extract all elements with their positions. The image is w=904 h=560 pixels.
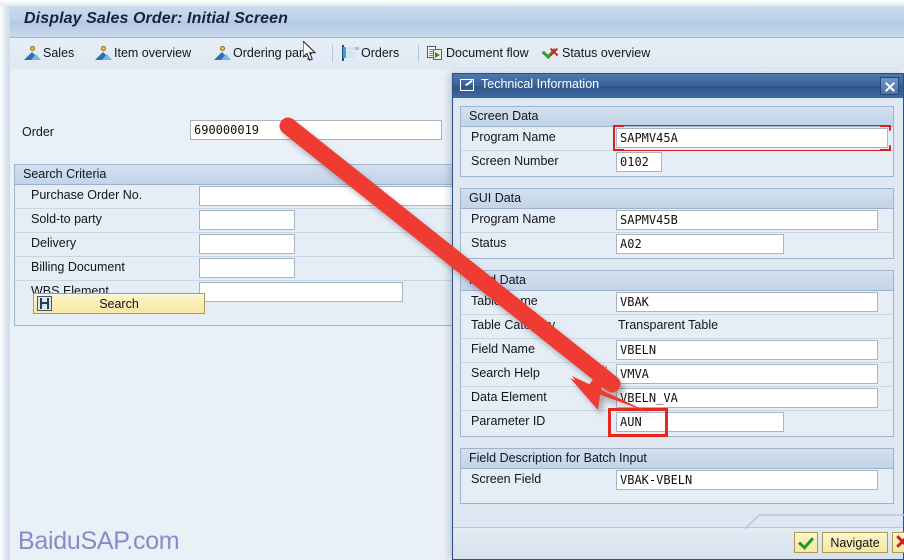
dialog-titlebar: Technical Information	[453, 74, 903, 99]
value-screen-field[interactable]: VBAK-VBELN	[616, 470, 878, 490]
application-toolbar: Sales Item overview Ordering party Order…	[10, 38, 904, 70]
group-title-field-data: Field Data	[469, 273, 526, 287]
value-status[interactable]: A02	[616, 234, 784, 254]
order-input[interactable]: 690000019	[190, 120, 442, 140]
toolbar-label-status-overview: Status overview	[562, 46, 651, 60]
group-title-gui-data: GUI Data	[469, 191, 522, 205]
row-screen-field: Screen Field VBAK-VBELN	[461, 468, 893, 492]
value-data-element[interactable]: VBELN_VA	[616, 388, 878, 408]
group-screen-data: Screen Data Program Name SAPMV45A Screen…	[460, 106, 894, 177]
row-field-name: Field Name VBELN	[461, 338, 893, 363]
dialog-body: Screen Data Program Name SAPMV45A Screen…	[453, 98, 904, 559]
label-screen-number: Screen Number	[471, 154, 559, 168]
mouse-cursor-icon	[303, 41, 317, 61]
value-search-help[interactable]: VMVA	[616, 364, 878, 384]
toolbar-separator	[332, 45, 333, 62]
label-billing-document: Billing Document	[31, 260, 125, 274]
group-title-batch-input: Field Description for Batch Input	[469, 451, 647, 465]
toolbar-label-item-overview: Item overview	[114, 46, 192, 60]
dialog-title: Technical Information	[481, 77, 600, 91]
row-screen-data-screen-number: Screen Number 0102	[461, 150, 893, 174]
label-field-name: Field Name	[471, 342, 535, 356]
label-table-category: Table Category	[471, 318, 556, 332]
row-table-name: Table Name VBAK	[461, 290, 893, 315]
label-purchase-order-no: Purchase Order No.	[31, 188, 143, 202]
toolbar-button-document-flow[interactable]: Document flow	[427, 42, 529, 64]
navigate-button-label: Navigate	[830, 535, 880, 550]
check-icon	[797, 533, 815, 550]
input-delivery[interactable]	[199, 234, 295, 254]
person-mountain-icon	[95, 45, 112, 61]
value-table-name[interactable]: VBAK	[616, 292, 878, 312]
label-program-name: Program Name	[471, 130, 556, 144]
input-wbs-element[interactable]	[199, 282, 403, 302]
dialog-window-icon	[460, 79, 474, 91]
group-field-description-batch-input: Field Description for Batch Input Screen…	[460, 448, 894, 504]
group-header-gui-data: GUI Data	[461, 189, 893, 209]
grid-icon	[342, 44, 358, 61]
order-label: Order	[22, 125, 54, 139]
highlight-box-parameter-id	[608, 408, 668, 437]
label-table-name: Table Name	[471, 294, 538, 308]
label-delivery: Delivery	[31, 236, 77, 250]
input-sold-to-party[interactable]	[199, 210, 295, 230]
person-mountain-icon	[214, 45, 231, 61]
row-search-help: Search Help VMVA	[461, 362, 893, 387]
status-check-icon	[541, 43, 559, 61]
toolbar-button-orders[interactable]: Orders	[342, 42, 399, 64]
toolbar-button-item-overview[interactable]: Item overview	[95, 42, 191, 64]
binoculars-icon	[37, 296, 52, 311]
cancel-button[interactable]	[892, 532, 904, 553]
search-button[interactable]: Search	[33, 293, 205, 314]
confirm-button[interactable]	[794, 532, 818, 553]
row-gui-data-status: Status A02	[461, 232, 893, 256]
row-table-category: Table Category Transparent Table	[461, 314, 893, 339]
toolbar-button-ordering-party[interactable]: Ordering party	[214, 42, 313, 64]
dialog-footer: Navigate	[453, 514, 904, 559]
group-gui-data: GUI Data Program Name SAPMV45B Status A0…	[460, 188, 894, 259]
toolbar-button-sales[interactable]: Sales	[24, 42, 74, 64]
close-icon[interactable]	[880, 77, 899, 95]
label-sold-to-party: Sold-to party	[31, 212, 102, 226]
technical-information-dialog: Technical Information Screen Data Progra…	[452, 73, 904, 560]
row-data-element: Data Element VBELN_VA	[461, 386, 893, 411]
toolbar-label-sales: Sales	[43, 46, 75, 60]
label-status: Status	[471, 236, 507, 250]
group-title-screen-data: Screen Data	[469, 109, 539, 123]
group-header-field-data: Field Data	[461, 271, 893, 291]
label-gui-program-name: Program Name	[471, 212, 556, 226]
row-screen-data-program-name: Program Name SAPMV45A	[461, 125, 893, 151]
group-header-screen-data: Screen Data	[461, 107, 893, 127]
sap-application-window: Display Sales Order: Initial Screen Sale…	[0, 0, 904, 560]
input-billing-document[interactable]	[199, 258, 295, 278]
page-title: Display Sales Order: Initial Screen	[24, 10, 289, 27]
search-button-label: Search	[99, 296, 139, 311]
window-titlebar: Display Sales Order: Initial Screen	[10, 6, 904, 38]
label-parameter-id: Parameter ID	[471, 414, 546, 428]
row-parameter-id: Parameter ID AUN	[461, 408, 893, 437]
toolbar-button-status-overview[interactable]: Status overview	[541, 42, 651, 64]
value-screen-number[interactable]: 0102	[616, 152, 662, 172]
group-field-data: Field Data Table Name VBAK Table Categor…	[460, 270, 894, 437]
value-gui-program-name[interactable]: SAPMV45B	[616, 210, 878, 230]
label-screen-field: Screen Field	[471, 472, 542, 486]
value-table-category: Transparent Table	[618, 318, 719, 332]
document-flow-icon	[427, 45, 443, 61]
value-field-name[interactable]: VBELN	[616, 340, 878, 360]
label-search-help: Search Help	[471, 366, 540, 380]
label-data-element: Data Element	[471, 390, 547, 404]
toolbar-label-orders: Orders	[361, 46, 400, 60]
toolbar-separator	[418, 45, 419, 62]
toolbar-label-document-flow: Document flow	[446, 46, 529, 60]
group-header-batch-input: Field Description for Batch Input	[461, 449, 893, 469]
row-gui-data-program-name: Program Name SAPMV45B	[461, 208, 893, 233]
search-criteria-title: Search Criteria	[23, 167, 107, 181]
navigate-button[interactable]: Navigate	[822, 532, 888, 553]
watermark-text: BaiduSAP.com	[18, 527, 180, 555]
window-left-edge	[0, 0, 10, 560]
value-program-name[interactable]: SAPMV45A	[616, 128, 888, 148]
footer-tab-shape	[745, 514, 904, 530]
person-mountain-icon	[24, 45, 41, 61]
toolbar-label-ordering-party: Ordering party	[233, 46, 313, 60]
